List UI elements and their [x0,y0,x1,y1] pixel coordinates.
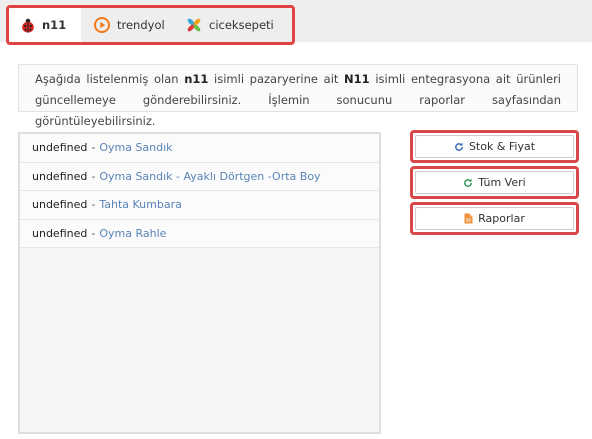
info-text-part2: isimli pazaryerine ait [208,72,345,86]
trendyol-play-icon [94,17,110,33]
product-id: undefined [32,169,88,183]
ladybug-icon [22,18,34,33]
product-list: undefined - Oyma Sandık undefined - Oyma… [18,132,381,434]
list-item: undefined - Oyma Rahle [20,219,379,248]
info-message: Aşağıda listelenmiş olan n11 isimli paza… [18,64,578,128]
button-label: Stok & Fiyat [468,140,536,153]
product-link[interactable]: Tahta Kumbara [99,198,182,211]
button-label: Raporlar [478,212,525,225]
tab-label: ciceksepeti [209,18,274,32]
product-id: undefined [32,141,88,155]
button-label: Tüm Veri [478,176,526,189]
refresh-icon [455,142,463,151]
tab-label: n11 [42,18,67,32]
list-item: undefined - Oyma Sandık - Ayaklı Dörtgen… [20,162,379,191]
file-icon [464,213,473,224]
product-id: undefined [32,226,88,240]
list-item: undefined - Tahta Kumbara [20,191,379,220]
reports-button[interactable]: Raporlar [415,207,574,230]
tab-ciceksepeti[interactable]: ciceksepeti [174,8,286,42]
reports-button-outline: Raporlar [410,202,579,235]
all-data-button[interactable]: Tüm Veri [415,171,574,194]
separator: - [91,141,96,155]
product-id: undefined [32,198,88,212]
all-data-button-outline: Tüm Veri [410,166,579,199]
info-integration: N11 [344,72,370,86]
refresh-icon [464,178,473,187]
separator: - [91,198,96,212]
product-link[interactable]: Oyma Sandık [99,141,172,154]
separator: - [91,169,96,183]
info-text-part1: Aşağıda listelenmiş olan [35,72,185,86]
stock-price-button[interactable]: Stok & Fiyat [415,135,574,158]
stock-price-button-outline: Stok & Fiyat [410,130,579,163]
product-link[interactable]: Oyma Rahle [99,227,166,240]
pinwheel-icon [187,18,201,32]
tab-n11[interactable]: n11 [9,8,81,42]
tab-label: trendyol [117,18,165,32]
tab-trendyol[interactable]: trendyol [82,8,172,42]
info-marketplace: n11 [184,72,209,86]
separator: - [91,226,96,240]
product-link[interactable]: Oyma Sandık - Ayaklı Dörtgen -Orta Boy [99,170,320,183]
list-item: undefined - Oyma Sandık [20,134,379,163]
